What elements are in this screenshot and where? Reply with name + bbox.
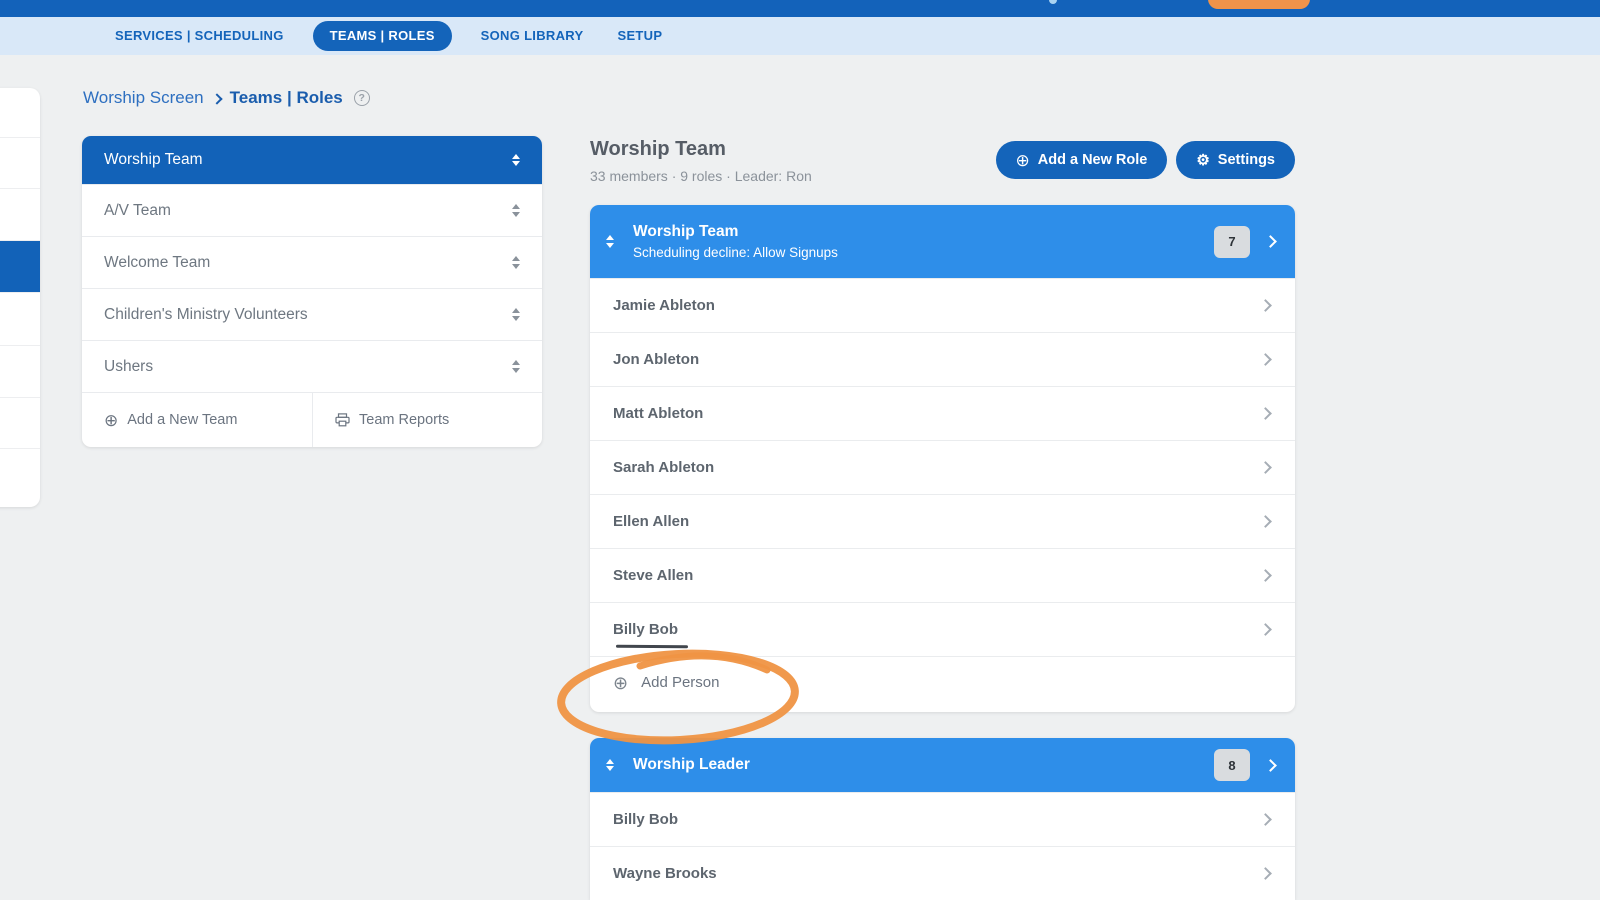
sort-handle-icon[interactable] (512, 256, 520, 269)
role-header-worship-team[interactable]: Worship Team Scheduling decline: Allow S… (590, 205, 1295, 278)
member-row[interactable]: Ellen Allen (590, 494, 1295, 548)
add-person-label: Add Person (641, 674, 720, 691)
member-name: Jon Ableton (613, 351, 700, 368)
tab-song-library[interactable]: SONG LIBRARY (464, 21, 601, 51)
tab-teams-roles[interactable]: TEAMS | ROLES (312, 21, 452, 51)
orange-action-button[interactable] (1208, 0, 1310, 9)
sort-handle-icon[interactable] (606, 235, 614, 248)
team-name: Children's Ministry Volunteers (104, 305, 308, 323)
role-name: Worship Team (633, 223, 739, 240)
member-row[interactable]: Billy Bob (590, 602, 1295, 656)
role-scheduling-note: Scheduling decline: Allow Signups (633, 245, 838, 260)
add-new-role-label: Add a New Role (1037, 152, 1148, 168)
member-row[interactable]: Sarah Ableton (590, 440, 1295, 494)
member-row[interactable]: Billy Bob (590, 792, 1295, 846)
teams-roles-page: SERVICES | SCHEDULING TEAMS | ROLES SONG… (0, 0, 1600, 900)
chevron-right-icon (1259, 299, 1272, 312)
member-row[interactable]: Matt Ableton (590, 386, 1295, 440)
edge-panel-row[interactable] (0, 88, 40, 137)
member-name: Matt Ableton (613, 405, 704, 422)
role-name: Worship Leader (633, 756, 750, 773)
app-top-bar (0, 0, 1600, 17)
tab-setup[interactable]: SETUP (600, 21, 679, 51)
settings-button[interactable]: ⚙ Settings (1176, 141, 1295, 179)
member-row[interactable]: Jamie Ableton (590, 278, 1295, 332)
chevron-right-icon (1259, 353, 1272, 366)
settings-label: Settings (1217, 152, 1275, 168)
add-new-team-button[interactable]: ⊕ Add a New Team (82, 393, 312, 447)
edge-panel-row[interactable] (0, 345, 40, 397)
teams-panel: Worship Team A/V Team Welcome Team Child… (82, 136, 542, 447)
edge-panel-row[interactable] (0, 137, 40, 188)
team-name: Worship Team (104, 151, 203, 168)
chevron-right-icon (1259, 623, 1272, 636)
member-name: Ellen Allen (613, 513, 690, 530)
chevron-right-icon[interactable] (1264, 758, 1277, 772)
sort-handle-icon[interactable] (512, 360, 520, 373)
sort-handle-icon[interactable] (512, 153, 520, 167)
member-name: Billy Bob (613, 811, 679, 828)
member-name: Steve Allen (613, 567, 694, 584)
member-row[interactable]: Wayne Brooks (590, 846, 1295, 900)
page-title: Worship Team (590, 138, 726, 160)
team-name: Ushers (104, 357, 154, 375)
header-actions: ⊕ Add a New Role ⚙ Settings (985, 141, 1295, 179)
status-dot-icon (1049, 0, 1057, 4)
edge-panel-row[interactable] (0, 397, 40, 448)
teams-panel-footer: ⊕ Add a New Team Team Reports (82, 392, 542, 447)
team-item-welcome-team[interactable]: Welcome Team (82, 236, 542, 288)
pen-underline-annotation (615, 644, 689, 648)
chevron-right-icon (1259, 461, 1272, 474)
help-icon[interactable]: ? (353, 90, 370, 106)
chevron-right-icon (1259, 569, 1272, 582)
chevron-right-icon (1259, 515, 1272, 528)
team-reports-button[interactable]: Team Reports (312, 393, 542, 447)
member-name: Jamie Ableton (613, 297, 715, 314)
role-card-worship-leader: Worship Leader 8 Billy Bob Wayne Brooks (590, 738, 1295, 900)
sort-handle-icon[interactable] (512, 308, 520, 321)
chevron-right-icon (210, 92, 223, 105)
breadcrumb-current: Teams | Roles (229, 88, 343, 107)
tab-services-scheduling[interactable]: SERVICES | SCHEDULING (98, 21, 301, 51)
team-reports-label: Team Reports (359, 412, 450, 428)
plus-circle-icon: ⊕ (104, 410, 119, 430)
team-name: Welcome Team (104, 253, 211, 271)
breadcrumb-worship-screen-link[interactable]: Worship Screen (83, 88, 204, 108)
edge-panel-row[interactable] (0, 448, 40, 507)
chevron-right-icon (1259, 407, 1272, 420)
left-edge-panel (0, 88, 40, 507)
plus-circle-icon: ⊕ (613, 672, 629, 693)
edge-panel-row[interactable] (0, 292, 40, 345)
team-item-worship-team[interactable]: Worship Team (82, 136, 542, 184)
team-summary: 33 members · 9 roles · Leader: Ron (590, 168, 812, 184)
gear-icon: ⚙ (1196, 151, 1210, 169)
member-row[interactable]: Jon Ableton (590, 332, 1295, 386)
member-count-badge: 8 (1214, 749, 1250, 781)
member-name: Sarah Ableton (613, 459, 715, 476)
role-header-worship-leader[interactable]: Worship Leader 8 (590, 738, 1295, 792)
plus-circle-icon: ⊕ (1015, 150, 1030, 170)
sort-handle-icon[interactable] (606, 758, 614, 772)
member-name: Billy Bob (613, 621, 679, 638)
member-name: Wayne Brooks (613, 865, 717, 882)
add-new-role-button[interactable]: ⊕ Add a New Role (995, 141, 1168, 179)
team-item-ushers[interactable]: Ushers (82, 340, 542, 392)
add-person-button[interactable]: ⊕ Add Person (590, 656, 1295, 708)
chevron-right-icon (1259, 813, 1272, 826)
add-new-team-label: Add a New Team (127, 412, 238, 428)
printer-icon (335, 413, 350, 427)
team-name: A/V Team (104, 201, 171, 219)
team-item-childrens-ministry[interactable]: Children's Ministry Volunteers (82, 288, 542, 340)
primary-nav: SERVICES | SCHEDULING TEAMS | ROLES SONG… (0, 17, 1600, 55)
chevron-right-icon (1259, 867, 1272, 880)
member-row[interactable]: Steve Allen (590, 548, 1295, 602)
edge-panel-row[interactable] (0, 188, 40, 240)
breadcrumb: Worship Screen Teams | Roles ? (83, 88, 370, 108)
role-card-worship-team: Worship Team Scheduling decline: Allow S… (590, 205, 1295, 712)
sort-handle-icon[interactable] (512, 204, 520, 217)
member-count-badge: 7 (1214, 225, 1250, 258)
team-item-av-team[interactable]: A/V Team (82, 184, 542, 236)
edge-panel-row-selected[interactable] (0, 240, 40, 292)
chevron-right-icon[interactable] (1264, 235, 1277, 248)
